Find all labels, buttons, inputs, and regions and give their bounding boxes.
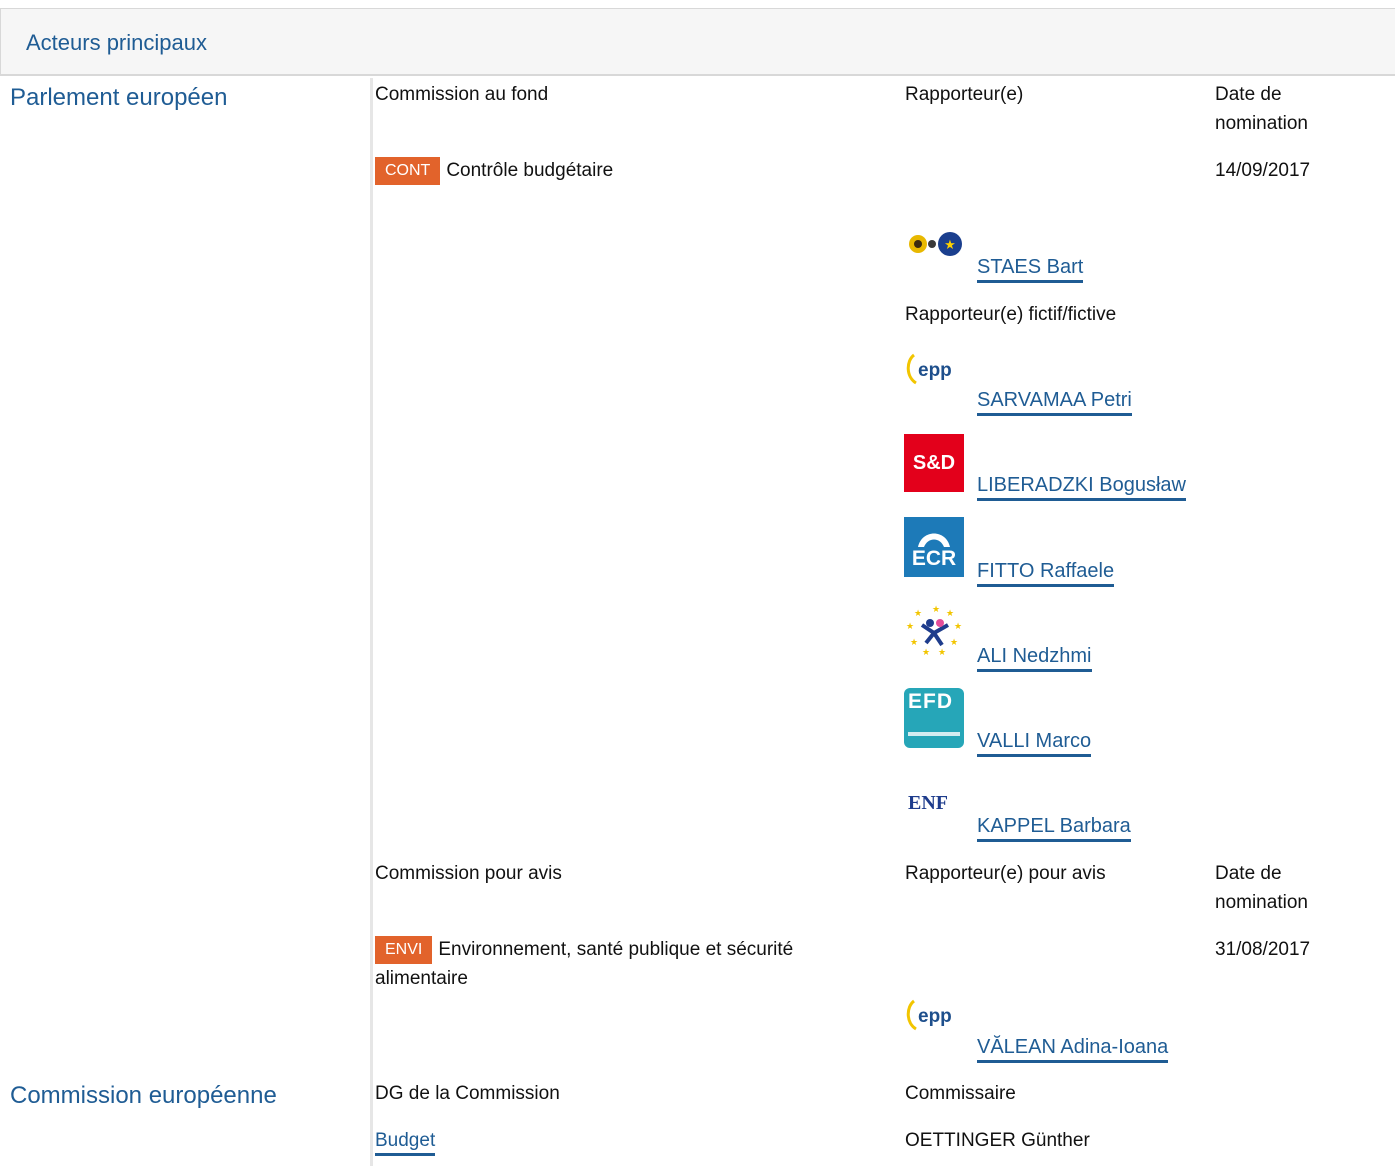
shadow-rapporteur-link[interactable]: SARVAMAA Petri: [977, 389, 1132, 416]
col-commission-dg: DG de la Commission: [375, 1083, 560, 1104]
col-opinion-rapporteur: Rapporteur(e) pour avis: [905, 863, 1106, 884]
institution-parliament: Parlement européen: [10, 84, 228, 111]
svg-text:★: ★: [944, 237, 956, 252]
col-opinion-committee: Commission pour avis: [375, 863, 562, 884]
shadow-rapporteur-link[interactable]: KAPPEL Barbara: [977, 815, 1131, 842]
svg-text:★: ★: [932, 605, 940, 615]
enf-logo-icon: ENF: [908, 792, 948, 814]
svg-text:★: ★: [954, 622, 962, 632]
s-and-d-logo-icon: S&D: [904, 434, 964, 492]
col-rapporteur: Rapporteur(e): [905, 84, 1024, 105]
institution-commission: Commission européenne: [10, 1082, 277, 1109]
svg-text:★: ★: [950, 638, 958, 648]
nomination-date: 14/09/2017: [1215, 160, 1311, 181]
shadow-rapporteur-label: Rapporteur(e) fictif/fictive: [905, 304, 1117, 325]
committee-badge-cont[interactable]: CONT: [375, 156, 441, 185]
svg-text:★: ★: [946, 609, 954, 619]
svg-text:★: ★: [914, 609, 922, 619]
svg-text:epp: epp: [918, 1006, 952, 1027]
svg-text:★: ★: [906, 622, 914, 632]
committee-name: Contrôle budgétaire: [446, 160, 614, 181]
opinion-committee-name: Environnement, santé publique et sécurit…: [375, 939, 794, 989]
alde-logo-icon: ★ ★★ ★★★ ★★★: [906, 605, 962, 658]
opinion-nomination-date: 31/08/2017: [1215, 939, 1311, 960]
section-title: Acteurs principaux: [26, 30, 207, 55]
epp-logo-icon: epp: [906, 999, 952, 1031]
col-nomination-date: Date de nomination: [1215, 84, 1308, 134]
greens-efa-logo: ★: [909, 232, 962, 256]
opinion-committee: ENVI Environnement, santé publique et séc…: [375, 935, 885, 993]
commissioner-name: OETTINGER Günther: [905, 1130, 1090, 1151]
svg-text:★: ★: [938, 648, 946, 658]
svg-text:★: ★: [910, 638, 918, 648]
ecr-logo-icon: ECR: [904, 517, 964, 577]
lead-committee: CONT Contrôle budgétaire: [375, 156, 613, 185]
rapporteur-link[interactable]: STAES Bart: [977, 256, 1084, 283]
svg-text:★: ★: [922, 648, 930, 658]
column-divider: [370, 78, 373, 1166]
epp-logo-icon: epp: [906, 353, 952, 385]
shadow-rapporteur-link[interactable]: VALLI Marco: [977, 730, 1092, 757]
dg-link[interactable]: Budget: [375, 1130, 436, 1156]
shadow-rapporteur-link[interactable]: FITTO Raffaele: [977, 560, 1115, 587]
committee-badge-envi[interactable]: ENVI: [375, 935, 433, 964]
shadow-rapporteur-link[interactable]: LIBERADZKI Bogusław: [977, 474, 1186, 501]
section-header: [0, 8, 1395, 76]
opinion-rapporteur-link[interactable]: VĂLEAN Adina-Ioana: [977, 1036, 1169, 1063]
col-lead-committee: Commission au fond: [375, 84, 549, 105]
shadow-rapporteur-link[interactable]: ALI Nedzhmi: [977, 645, 1092, 672]
svg-text:epp: epp: [918, 360, 952, 381]
col-commissioner: Commissaire: [905, 1083, 1016, 1104]
efdd-logo-icon: EFD: [904, 688, 964, 748]
col-opinion-nomination-date: Date de nomination: [1215, 863, 1308, 913]
